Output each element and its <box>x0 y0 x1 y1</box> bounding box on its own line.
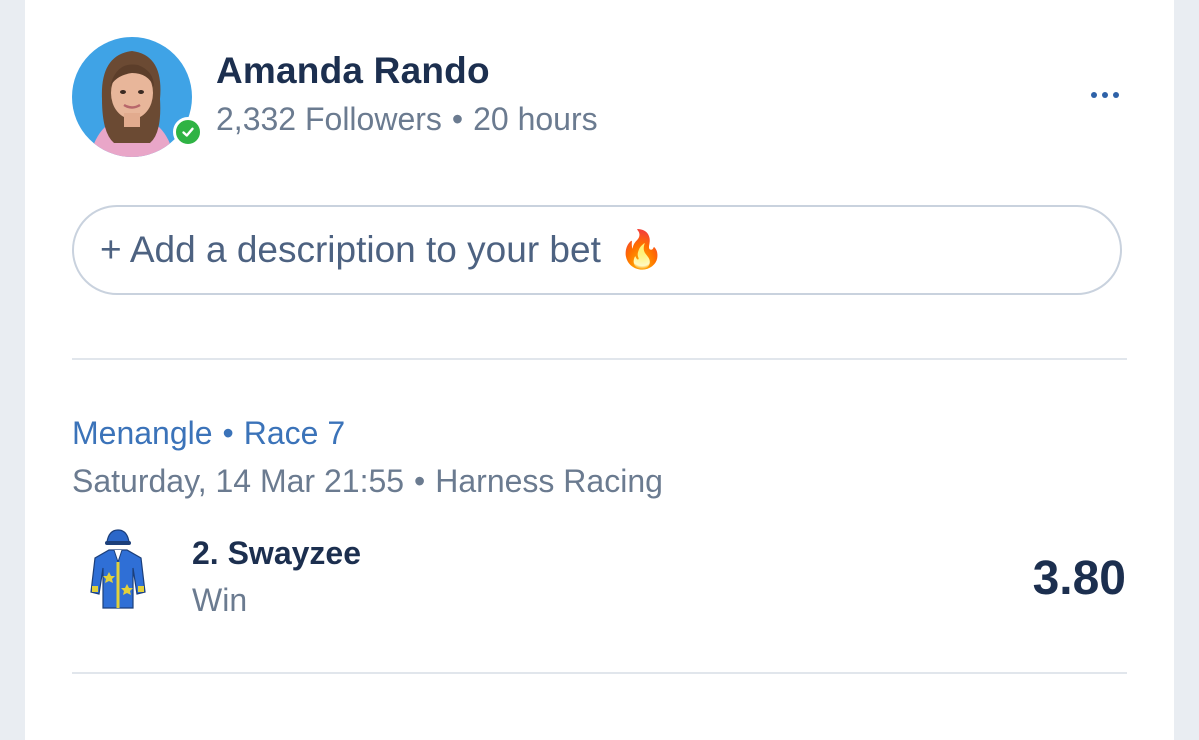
description-placeholder: + Add a description to your bet <box>100 229 601 270</box>
race-details-separator: • <box>414 463 426 499</box>
check-icon <box>182 127 194 137</box>
runner-name[interactable]: 2. Swayzee <box>192 535 361 572</box>
verified-badge <box>173 117 203 147</box>
bet-type: Win <box>192 582 248 618</box>
race-info[interactable]: Menangle • Race 7 <box>72 415 345 452</box>
ellipsis-icon <box>1091 92 1097 98</box>
silks-image <box>90 529 146 609</box>
ellipsis-dot <box>1113 92 1119 98</box>
race-number: Race 7 <box>243 415 346 451</box>
race-category: Harness Racing <box>435 463 663 499</box>
race-separator: • <box>222 415 234 451</box>
post-meta: 2,332 Followers • 20 hours <box>216 101 598 138</box>
fire-icon: 🔥 <box>618 228 665 270</box>
race-details: Saturday, 14 Mar 21:55 • Harness Racing <box>72 463 663 500</box>
race-venue: Menangle <box>72 415 213 451</box>
user-name[interactable]: Amanda Rando <box>216 50 490 92</box>
jockey-silks-icon <box>87 528 149 614</box>
ellipsis-dot <box>1102 92 1108 98</box>
bet-card: Amanda Rando 2,332 Followers • 20 hours + … <box>25 0 1174 740</box>
meta-separator: • <box>451 101 464 137</box>
more-options-button[interactable] <box>1085 85 1125 105</box>
race-datetime: Saturday, 14 Mar 21:55 <box>72 463 405 499</box>
followers-count: 2,332 Followers <box>216 101 442 137</box>
divider <box>72 672 1127 674</box>
odds-value: 3.80 <box>1032 552 1126 605</box>
divider <box>72 358 1127 360</box>
add-description-input[interactable]: + Add a description to your bet 🔥 <box>72 205 1122 295</box>
post-time: 20 hours <box>473 101 598 137</box>
